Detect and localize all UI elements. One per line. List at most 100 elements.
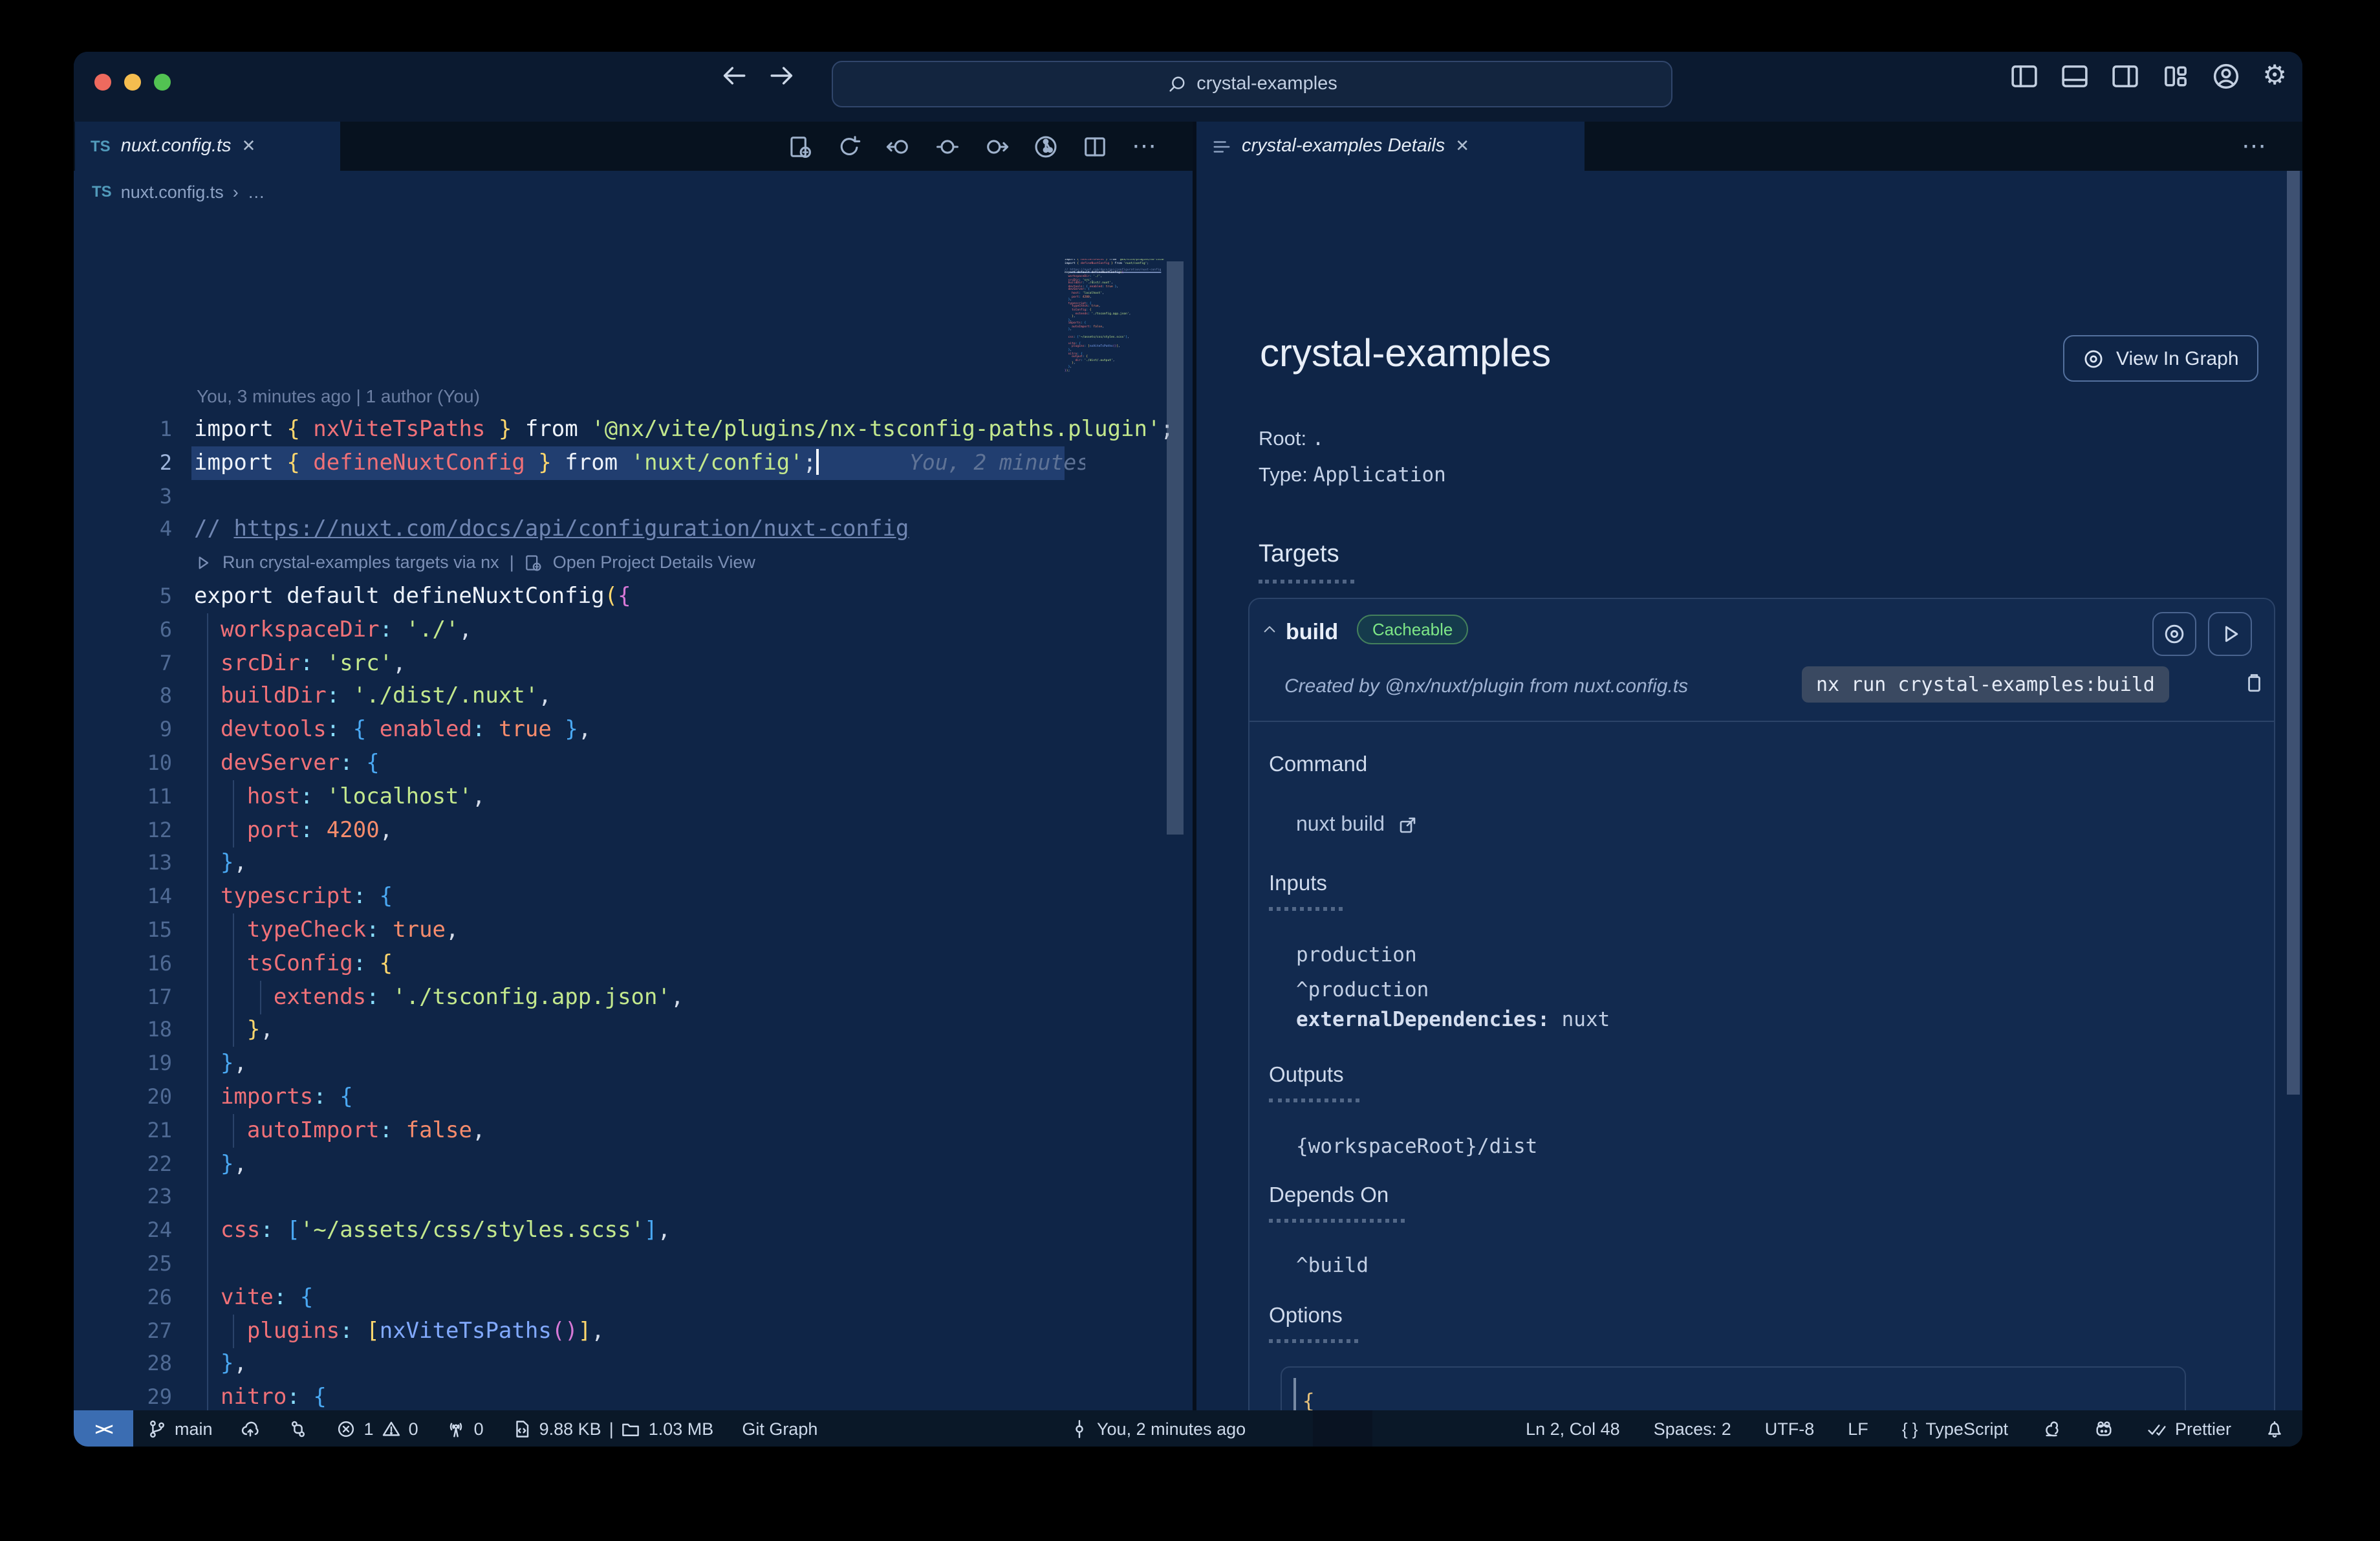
code-line[interactable]: 2 import { defineNuxtConfig } from 'nuxt/…	[74, 446, 1193, 480]
codelens-open-details[interactable]: Open Project Details View	[553, 546, 755, 580]
vscode-window: crystal-examples ⚙ TS nuxt.config.ts ✕ ⋯…	[74, 52, 2302, 1447]
frog-extension[interactable]	[2095, 1419, 2114, 1438]
lens-run-icon[interactable]	[194, 554, 212, 572]
code-line[interactable]: 21 autoImport: false,	[74, 1113, 1193, 1148]
code-line[interactable]: 14 typescript: {	[74, 880, 1193, 914]
code-line[interactable]: 13 },	[74, 846, 1193, 880]
external-link-icon[interactable]	[1396, 815, 1417, 836]
code-line[interactable]: 22 },	[74, 1147, 1193, 1181]
depends-on-list: ^build	[1296, 1249, 1368, 1284]
language-mode[interactable]: { } TypeScript	[1902, 1419, 2008, 1438]
code-line[interactable]: 19 },	[74, 1047, 1193, 1081]
code-line[interactable]: 20 imports: {	[74, 1080, 1193, 1114]
view-in-graph-button[interactable]: View In Graph	[2063, 335, 2258, 382]
git-graph[interactable]: Git Graph	[742, 1419, 817, 1438]
code-line[interactable]: 9 devtools: { enabled: true },	[74, 713, 1193, 747]
prettier[interactable]: Prettier	[2148, 1419, 2231, 1438]
close-tab-icon[interactable]: ✕	[242, 136, 256, 157]
panel-scrollbar[interactable]	[2287, 171, 2300, 1095]
publish-changes[interactable]	[241, 1419, 261, 1438]
panel-bottom-icon[interactable]	[2061, 62, 2089, 91]
minimap[interactable]: import { nxViteTsPaths } from '@nx/vite/…	[1065, 259, 1164, 518]
notifications[interactable]	[2265, 1419, 2284, 1438]
history-back-icon[interactable]	[720, 62, 748, 89]
view-target-graph-button[interactable]	[2152, 612, 2196, 656]
close-window-button[interactable]	[94, 74, 111, 91]
git-compare[interactable]	[289, 1419, 308, 1438]
breadcrumb[interactable]: TS nuxt.config.ts › …	[92, 171, 265, 212]
gear-icon[interactable]: ⚙	[2262, 61, 2287, 91]
cursor-position[interactable]: Ln 2, Col 48	[1526, 1419, 1620, 1438]
code-line[interactable]: 28 },	[74, 1347, 1193, 1381]
copy-icon[interactable]	[2243, 672, 2265, 694]
code-line[interactable]: 17 extends: './tsconfig.app.json',	[74, 980, 1193, 1014]
code-line[interactable]: 18 },	[74, 1013, 1193, 1047]
compare-icon	[289, 1419, 308, 1438]
git-branch[interactable]: main	[147, 1419, 213, 1438]
code-line[interactable]: 12 port: 4200,	[74, 813, 1193, 847]
remote-indicator[interactable]: ><	[74, 1410, 133, 1447]
code-line[interactable]: 10 devServer: {	[74, 747, 1193, 780]
code-line[interactable]: 29 nitro: {	[74, 1381, 1193, 1410]
command-value[interactable]: nuxt build	[1296, 814, 1417, 837]
code-line[interactable]: 25	[74, 1247, 1193, 1281]
nav-back-icon[interactable]	[886, 134, 911, 158]
layout-grid-icon[interactable]	[2161, 62, 2190, 91]
indentation[interactable]: Spaces: 2	[1654, 1419, 1731, 1438]
ports[interactable]: 0	[447, 1419, 484, 1438]
account-icon[interactable]	[2212, 62, 2240, 91]
code-line[interactable]: 15 typeCheck: true,	[74, 913, 1193, 947]
blame-status[interactable]: You, 2 minutes ago	[1070, 1419, 1246, 1438]
command-center-search[interactable]: crystal-examples	[832, 61, 1672, 107]
nx-run-command-chip[interactable]: nx run crystal-examples:build	[1802, 666, 2169, 703]
codelens-run-targets[interactable]: Run crystal-examples targets via nx	[222, 546, 499, 580]
more-actions-icon[interactable]: ⋯	[2242, 122, 2266, 171]
lens-open-icon[interactable]	[525, 554, 543, 572]
ellipsis-icon[interactable]: ⋯	[1132, 131, 1156, 161]
squirrel-icon	[2042, 1419, 2061, 1438]
diff-file-icon[interactable]	[788, 134, 812, 158]
code-area[interactable]: You, 3 minutes ago | 1 author (You) 1 impo…	[74, 212, 1193, 1410]
history-forward-icon[interactable]	[768, 62, 795, 89]
tab-project-details[interactable]: crystal-examples Details ✕	[1196, 122, 1585, 171]
code-line[interactable]: 16 tsConfig: {	[74, 946, 1193, 981]
code-line[interactable]: 1 import { nxViteTsPaths } from '@nx/vite…	[74, 413, 1193, 446]
maximize-window-button[interactable]	[154, 74, 171, 91]
zoom-indicator[interactable]	[1313, 1410, 1372, 1447]
squirrel-extension[interactable]	[2042, 1419, 2061, 1438]
refresh-icon[interactable]	[837, 134, 861, 158]
run-target-button[interactable]	[2208, 612, 2252, 656]
tab-nuxt-config[interactable]: TS nuxt.config.ts ✕	[75, 122, 340, 171]
problems[interactable]: 10	[337, 1419, 418, 1438]
eol[interactable]: LF	[1848, 1419, 1868, 1438]
run-graph-icon[interactable]	[1033, 134, 1058, 158]
encoding[interactable]: UTF-8	[1765, 1419, 1815, 1438]
minimize-window-button[interactable]	[124, 74, 141, 91]
window-controls	[94, 74, 171, 91]
code-line[interactable]: 5 export default defineNuxtConfig({	[74, 580, 1193, 613]
code-line[interactable]: 23	[74, 1180, 1193, 1214]
code-line[interactable]: 3	[74, 479, 1193, 513]
nav-circle-icon[interactable]	[935, 134, 960, 158]
code-line[interactable]: 6 workspaceDir: './',	[74, 613, 1193, 647]
nav-forward-icon[interactable]	[984, 134, 1009, 158]
panel-title: crystal-examples	[1260, 333, 1552, 375]
breadcrumb-file[interactable]: nuxt.config.ts	[121, 182, 224, 201]
code-line[interactable]: 7 srcDir: 'src',	[74, 646, 1193, 681]
sidebar-left-icon[interactable]	[2010, 62, 2039, 91]
code-line[interactable]: 27 plugins: [nxViteTsPaths()],	[74, 1314, 1193, 1348]
collapse-chevron-icon[interactable]	[1261, 621, 1278, 644]
code-line[interactable]: 8 buildDir: './dist/.nuxt',	[74, 679, 1193, 714]
split-icon[interactable]	[1083, 134, 1107, 158]
sidebar-right-icon[interactable]	[2111, 62, 2139, 91]
file-size[interactable]: 9.88 KB | 1.03 MB	[512, 1419, 713, 1438]
code-line[interactable]: 26 vite: {	[74, 1280, 1193, 1315]
code-line[interactable]: 11 host: 'localhost',	[74, 780, 1193, 814]
options-json-editor[interactable]: { "cwd": "."}	[1281, 1366, 2186, 1410]
close-tab-icon[interactable]: ✕	[1455, 136, 1469, 157]
code-line[interactable]: 4// https://nuxt.com/docs/api/configurat…	[74, 513, 1193, 547]
code-line[interactable]: 24 css: ['~/assets/css/styles.scss'],	[74, 1214, 1193, 1248]
vertical-scrollbar[interactable]	[1167, 261, 1184, 835]
options-json-line: {	[1303, 1390, 1315, 1410]
breadcrumb-symbol[interactable]: …	[248, 182, 265, 201]
